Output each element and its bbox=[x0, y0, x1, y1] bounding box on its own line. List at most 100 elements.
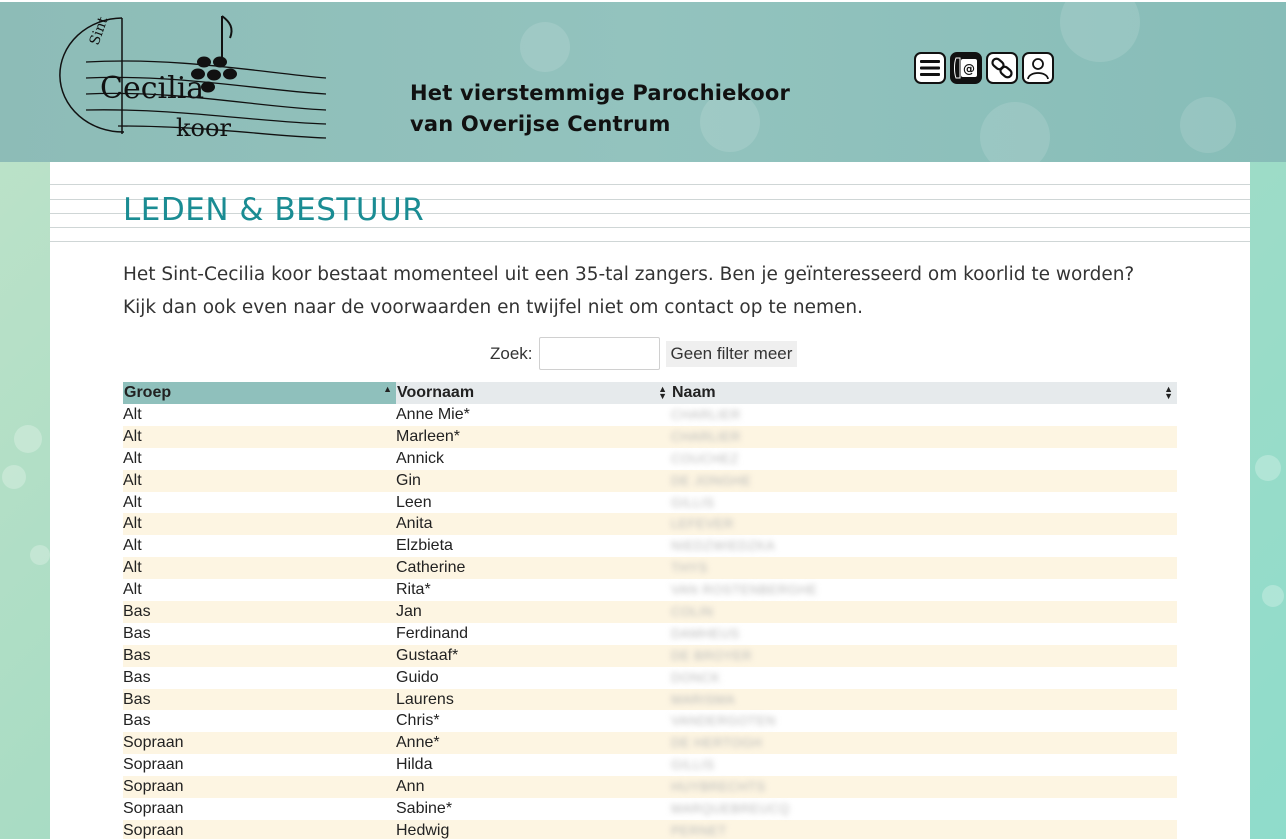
search-input[interactable] bbox=[538, 337, 660, 370]
svg-text:@: @ bbox=[963, 62, 975, 76]
cell-groep-text: Bas bbox=[123, 646, 151, 664]
site-title: Het vierstemmige Parochiekoor van Overij… bbox=[410, 78, 790, 140]
cell-voornaam-text: Elzbieta bbox=[396, 537, 453, 555]
table-row: Sopraan Ann HUYBRECHTS bbox=[123, 776, 1177, 799]
cell-naam: HUYBRECHTS bbox=[671, 776, 1177, 799]
site-title-line1: Het vierstemmige Parochiekoor bbox=[410, 81, 791, 105]
cell-naam: PERNET bbox=[671, 819, 1177, 839]
table-row: Bas Jan COLIN bbox=[123, 601, 1177, 623]
cell-voornaam: Hilda bbox=[396, 754, 671, 777]
cell-naam-text: COUCHEZ bbox=[671, 450, 739, 466]
cell-voornaam: Anne Mie* bbox=[396, 404, 671, 426]
user-button[interactable] bbox=[1022, 52, 1054, 84]
cell-groep-text: Bas bbox=[123, 712, 151, 730]
cell-naam: VANDERGOTEN bbox=[671, 710, 1177, 733]
cell-groep-text: Sopraan bbox=[123, 734, 184, 752]
reset-filter-button[interactable]: Geen filter meer bbox=[665, 340, 798, 367]
cell-naam: DE BROYER bbox=[671, 644, 1177, 667]
column-header-label: Voornaam bbox=[397, 384, 475, 401]
cell-groep-text: Sopraan bbox=[123, 821, 184, 839]
cell-naam: VAN ROSTENBERGHE bbox=[671, 579, 1177, 602]
cell-groep: Alt bbox=[123, 579, 396, 602]
cell-naam: DAMHEUS bbox=[671, 622, 1177, 645]
links-icon bbox=[991, 57, 1013, 79]
cell-groep: Alt bbox=[123, 491, 396, 514]
cell-groep: Bas bbox=[123, 622, 396, 645]
column-header-voornaam[interactable]: Voornaam ▲ ▼ bbox=[396, 382, 671, 404]
cell-voornaam-text: Sabine* bbox=[396, 799, 453, 817]
cell-naam-text: CHARLIER bbox=[671, 406, 741, 422]
cell-voornaam: Leen bbox=[396, 491, 671, 514]
table-row: Sopraan Sabine* MARQUEBREUCQ bbox=[123, 798, 1177, 820]
cell-groep-text: Alt bbox=[123, 493, 142, 511]
cell-naam-text: DE JONGHE bbox=[671, 472, 752, 488]
cell-naam: THYS bbox=[671, 557, 1177, 580]
cell-voornaam-text: Marleen* bbox=[396, 427, 461, 445]
logo-text-cecilia: Cecilia bbox=[100, 71, 204, 106]
column-header-naam[interactable]: Naam ▲ ▼ bbox=[671, 382, 1177, 404]
cell-naam: GILLIS bbox=[671, 754, 1177, 777]
cell-naam-text: VAN ROSTENBERGHE bbox=[671, 582, 818, 598]
cell-groep-text: Alt bbox=[123, 537, 142, 555]
cell-groep-text: Sopraan bbox=[123, 799, 184, 817]
table-row: Alt Anita LEFEVER bbox=[123, 513, 1177, 536]
cell-naam: MARQUEBREUCQ bbox=[671, 798, 1177, 820]
cell-naam: CHARLIER bbox=[671, 425, 1177, 448]
cell-voornaam: Marleen* bbox=[396, 425, 671, 448]
column-header-label: Groep bbox=[124, 384, 172, 401]
table-row: Bas Laurens MARISMA bbox=[123, 688, 1177, 711]
cell-voornaam: Ann bbox=[396, 776, 671, 799]
cell-naam-text: MARISMA bbox=[671, 691, 736, 707]
main-content: LEDEN & BESTUUR Het Sint-Cecilia koor be… bbox=[50, 162, 1250, 839]
cell-voornaam-text: Ann bbox=[396, 778, 425, 796]
cell-naam-text: THYS bbox=[671, 560, 708, 576]
table-row: Alt Gin DE JONGHE bbox=[123, 469, 1177, 492]
cell-voornaam-text: Chris* bbox=[396, 712, 440, 730]
page-title: LEDEN & BESTUUR bbox=[123, 192, 425, 228]
cell-naam: GILLIS bbox=[671, 491, 1177, 514]
cell-groep: Bas bbox=[123, 710, 396, 733]
cell-voornaam: Elzbieta bbox=[396, 535, 671, 558]
cell-naam-text: DONCK bbox=[671, 669, 721, 685]
members-table: Groep ▲ Voornaam ▲ ▼ Naam ▲ ▼ Alt Anne Mie*… bbox=[123, 382, 1177, 839]
cell-voornaam: Hedwig bbox=[396, 819, 671, 839]
cell-voornaam-text: Anne Mie* bbox=[396, 405, 470, 423]
cell-voornaam-text: Laurens bbox=[396, 690, 454, 708]
cell-voornaam-text: Gin bbox=[396, 471, 421, 489]
cell-naam: DONCK bbox=[671, 666, 1177, 689]
cell-voornaam: Gin bbox=[396, 469, 671, 492]
contact-button[interactable]: @ bbox=[950, 52, 982, 84]
cell-groep: Sopraan bbox=[123, 776, 396, 799]
cell-groep: Alt bbox=[123, 557, 396, 580]
cell-groep-text: Alt bbox=[123, 471, 142, 489]
table-row: Alt Elzbieta NIEDZWIEDZKA bbox=[123, 535, 1177, 558]
cell-voornaam: Gustaaf* bbox=[396, 644, 671, 667]
cell-voornaam-text: Anita bbox=[396, 515, 433, 533]
cell-groep: Sopraan bbox=[123, 754, 396, 777]
cell-groep-text: Sopraan bbox=[123, 756, 184, 774]
cell-naam-text: VANDERGOTEN bbox=[671, 713, 776, 729]
cell-voornaam-text: Catherine bbox=[396, 559, 466, 577]
header-icon-nav: @ bbox=[914, 52, 1054, 84]
menu-icon bbox=[920, 60, 940, 76]
cell-naam: CHARLIER bbox=[671, 404, 1177, 426]
links-button[interactable] bbox=[986, 52, 1018, 84]
bokeh-decoration bbox=[30, 545, 50, 565]
column-header-groep[interactable]: Groep ▲ bbox=[123, 382, 396, 404]
menu-button[interactable] bbox=[914, 52, 946, 84]
choir-logo[interactable]: Sint Cecilia koor bbox=[58, 12, 328, 142]
contact-icon: @ bbox=[954, 57, 977, 79]
cell-groep: Bas bbox=[123, 688, 396, 711]
table-row: Bas Ferdinand DAMHEUS bbox=[123, 622, 1177, 645]
cell-voornaam-text: Rita* bbox=[396, 581, 431, 599]
cell-groep: Bas bbox=[123, 666, 396, 689]
cell-groep: Bas bbox=[123, 644, 396, 667]
cell-groep-text: Alt bbox=[123, 515, 142, 533]
cell-voornaam: Chris* bbox=[396, 710, 671, 733]
table-row: Alt Catherine THYS bbox=[123, 557, 1177, 580]
sort-both-icon: ▲ ▼ bbox=[658, 384, 667, 401]
bokeh-decoration bbox=[1255, 455, 1281, 481]
cell-groep: Sopraan bbox=[123, 819, 396, 839]
cell-voornaam-text: Gustaaf* bbox=[396, 646, 459, 664]
cell-voornaam-text: Hedwig bbox=[396, 821, 450, 839]
